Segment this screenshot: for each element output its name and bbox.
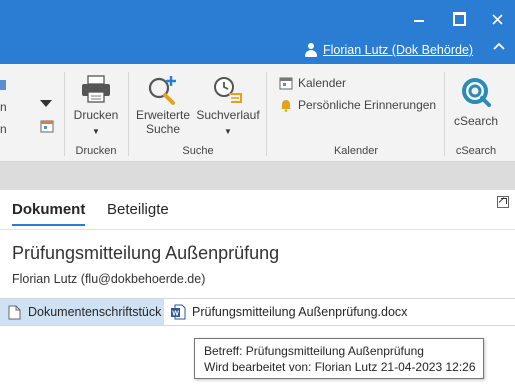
search-plus-icon: [148, 76, 176, 105]
search-history-icon: [214, 77, 242, 103]
document-type-label: Dokumentenschriftstück: [28, 305, 162, 319]
close-button[interactable]: [482, 6, 512, 32]
ribbon-separator: [64, 72, 65, 156]
clipped-label-2: n: [0, 122, 7, 136]
drucken-label: Drucken: [73, 108, 119, 122]
chevron-down-icon: ▼: [224, 127, 232, 136]
attachment-row: Dokumentenschriftstück W Prüfungsmitteil…: [0, 298, 515, 326]
group-label-csearch: cSearch: [455, 145, 497, 157]
group-label-suche: Suche: [182, 145, 214, 157]
tooltip-subject: Betreff: Prüfungsmitteilung Außenprüfung: [204, 344, 424, 358]
word-document-icon: W: [171, 304, 186, 320]
ribbon-separator: [266, 72, 267, 156]
calendar-small-icon[interactable]: [40, 119, 54, 133]
title-bar: Florian Lutz (Dok Behörde): [0, 0, 515, 64]
close-icon: [491, 13, 503, 25]
group-label-kalender: Kalender: [333, 145, 379, 157]
document-type-selector[interactable]: Dokumentenschriftstück: [0, 299, 164, 325]
suchverlauf-button[interactable]: Suchverlauf ▼: [194, 74, 262, 139]
suchverlauf-label: Suchverlauf: [196, 108, 260, 122]
dropdown-arrow-icon[interactable]: [40, 100, 52, 108]
tab-beteiligte[interactable]: Beteiligte: [107, 201, 169, 218]
kalender-label: Kalender: [298, 76, 347, 90]
ribbon-separator: [444, 72, 445, 156]
tab-dokument[interactable]: Dokument: [12, 201, 86, 226]
bell-icon: [281, 100, 291, 112]
calendar-icon: [279, 77, 293, 90]
maximize-button[interactable]: [444, 6, 474, 32]
popout-icon[interactable]: [497, 196, 509, 208]
csearch-icon: [462, 78, 491, 107]
clipped-label-1: n: [0, 100, 7, 114]
group-label-drucken: Drucken: [75, 145, 117, 157]
persoenliche-erinnerungen-button[interactable]: Persönliche Erinnerungen: [279, 98, 436, 112]
ribbon: n n Drucken ▼ Drucken Erweiterte Suche S…: [0, 64, 515, 162]
detail-tabs: Dokument Beteiligte: [0, 190, 515, 230]
erweiterte-label-1: Erweiterte: [135, 108, 191, 122]
csearch-label: cSearch: [453, 114, 499, 128]
tooltip-edited-by: Wird bearbeitet von: Florian Lutz 21-04-…: [204, 360, 476, 374]
drucken-button[interactable]: Drucken ▼: [70, 74, 122, 139]
minimize-button[interactable]: [404, 6, 434, 32]
chevron-down-icon: ▼: [92, 127, 100, 136]
svg-text:W: W: [172, 311, 179, 318]
erweiterte-label-2: Suche: [145, 122, 181, 136]
document-author: Florian Lutz (flu@dokbehoerde.de): [12, 272, 206, 286]
csearch-button[interactable]: cSearch: [450, 76, 502, 128]
toolbar-band: [0, 162, 515, 190]
document-title: Prüfungsmitteilung Außenprüfung: [12, 243, 280, 263]
chevron-up-icon: [493, 42, 505, 50]
file-tooltip: Betreff: Prüfungsmitteilung Außenprüfung…: [194, 338, 484, 379]
collapse-ribbon-button[interactable]: [492, 40, 510, 58]
user-account-link[interactable]: Florian Lutz (Dok Behörde): [305, 43, 473, 57]
ribbon-separator: [128, 72, 129, 156]
erweiterte-suche-button[interactable]: Erweiterte Suche: [133, 74, 193, 136]
attachment-file-name: Prüfungsmitteilung Außenprüfung.docx: [192, 305, 408, 319]
user-icon: [305, 43, 317, 57]
printer-icon: [82, 75, 110, 103]
user-label: Florian Lutz (Dok Behörde): [323, 43, 474, 57]
erinnerungen-label: Persönliche Erinnerungen: [298, 98, 437, 112]
document-icon: [8, 305, 21, 319]
kalender-button[interactable]: Kalender: [279, 76, 346, 90]
attachment-file[interactable]: W Prüfungsmitteilung Außenprüfung.docx: [170, 299, 407, 325]
clipped-icon-top: [0, 80, 6, 90]
